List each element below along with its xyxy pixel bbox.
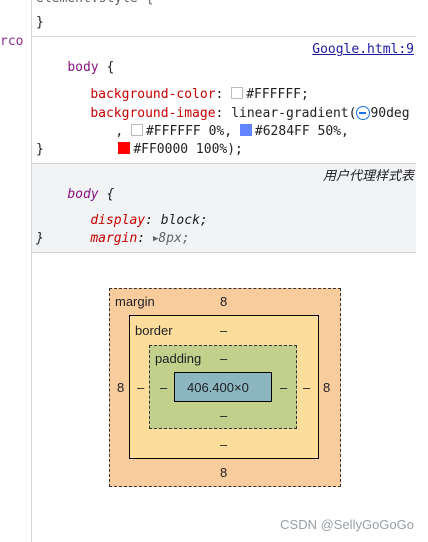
padding-top-value[interactable]: –	[220, 351, 227, 366]
rule1-prop1[interactable]: background-color: #FFFFFF;	[59, 68, 309, 102]
margin-right-value[interactable]: 8	[323, 380, 330, 395]
padding-left-value[interactable]: –	[160, 380, 167, 395]
prop-name: margin	[90, 231, 138, 246]
rule1-selector-line[interactable]: body {	[36, 41, 114, 75]
watermark: CSDN @SellyGoGoGo	[280, 517, 414, 532]
rule1-prop2-cont: , #FFFFFF 0%, #6284FF 50%,	[115, 124, 349, 139]
prop-value: 8px;	[158, 231, 190, 246]
margin-label: margin	[115, 294, 155, 309]
padding-label: padding	[155, 351, 202, 366]
divider	[32, 36, 416, 37]
rule1-source-link[interactable]: Google.html:9	[312, 41, 414, 59]
rule2-prop1: display: block;	[90, 213, 208, 228]
padding-bottom-value[interactable]: –	[220, 408, 227, 423]
dom-gutter: rco	[0, 0, 32, 542]
border-bottom-value[interactable]: –	[220, 437, 227, 452]
gradient-angle[interactable]: 90deg	[370, 106, 409, 121]
content-size[interactable]: 406.400×0	[187, 380, 249, 395]
margin-bottom-value[interactable]: 8	[220, 465, 227, 480]
element-style-close: }	[36, 15, 44, 30]
user-agent-stylesheet-label: 用户代理样式表	[322, 169, 414, 184]
border-label: border	[135, 323, 173, 338]
angle-picker-icon[interactable]	[356, 106, 371, 120]
border-right-value[interactable]: –	[303, 380, 310, 395]
styles-pane: element.style { } body { Google.html:9 b…	[32, 0, 428, 542]
gradient-stop-2[interactable]: #6284FF 50%,	[255, 124, 349, 139]
gradient-stop-3[interactable]: #FF0000 100%);	[133, 142, 243, 157]
rule1-prop2-cont2: #FF0000 100%);	[87, 123, 243, 157]
element-style-selector: element.style {	[36, 0, 153, 8]
rule2-prop2: margin: ▶8px;	[90, 231, 190, 246]
margin-left-value[interactable]: 8	[117, 380, 124, 395]
rule1-prop2[interactable]: background-image: linear-gradient(90deg	[59, 87, 410, 121]
border-left-value[interactable]: –	[137, 380, 144, 395]
rule1-close-brace: }	[36, 142, 44, 157]
gutter-fragment: rco	[0, 34, 24, 49]
padding-right-value[interactable]: –	[280, 380, 287, 395]
divider	[32, 252, 416, 253]
rule2-selector-line[interactable]: body {	[36, 168, 114, 202]
rule2-close-brace: }	[36, 231, 44, 246]
border-top-value[interactable]: –	[220, 323, 227, 338]
color-swatch-red[interactable]	[118, 142, 131, 154]
margin-top-value[interactable]: 8	[220, 294, 227, 309]
